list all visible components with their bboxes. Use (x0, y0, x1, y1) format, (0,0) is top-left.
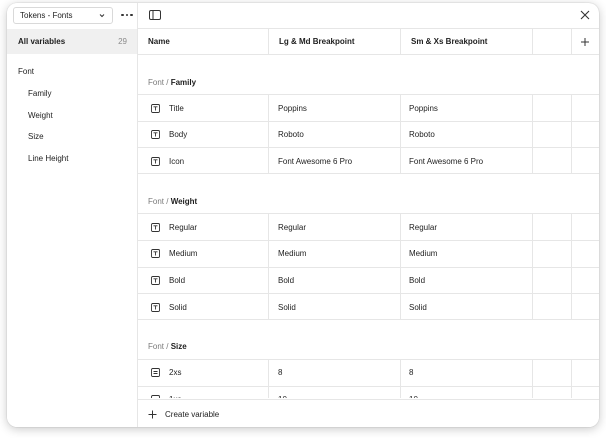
variable-name-cell[interactable]: 1xs (151, 387, 266, 398)
text-type-icon (151, 302, 160, 312)
variable-name: Title (169, 103, 184, 113)
text-type-icon (151, 103, 160, 113)
close-icon[interactable] (578, 8, 592, 22)
variable-name-cell[interactable]: Title (151, 95, 266, 121)
more-options-button[interactable] (119, 8, 135, 22)
value-cell-lg-md[interactable]: Medium (278, 241, 396, 267)
sidebar: Tokens - Fonts All variables 29 Font Fam… (7, 3, 138, 427)
variable-name: Icon (169, 156, 185, 166)
variable-name-cell[interactable]: Body (151, 122, 266, 148)
value-cell-sm-xs[interactable]: Solid (409, 294, 527, 320)
group-header-family: Font / Family (148, 75, 196, 89)
group-header-prefix: Font / (148, 77, 171, 87)
group-header-prefix: Font / (148, 196, 171, 206)
text-type-icon (151, 276, 160, 285)
value-cell-lg-md[interactable]: 8 (278, 360, 396, 386)
value-cell-lg-md[interactable]: 10 (278, 387, 396, 398)
more-horizontal-icon (121, 13, 133, 17)
value-cell-sm-xs[interactable]: Roboto (409, 122, 527, 148)
table-row[interactable]: Title Poppins Poppins (138, 94, 599, 121)
value-cell-sm-xs[interactable]: 10 (409, 387, 527, 398)
value-cell-lg-md[interactable]: Font Awesome 6 Pro (278, 148, 396, 174)
value-cell-lg-md[interactable]: Solid (278, 294, 396, 320)
sidebar-toggle-icon[interactable] (148, 9, 162, 21)
text-type-icon (151, 156, 160, 166)
all-variables-count: 29 (118, 37, 127, 46)
table-row[interactable]: 2xs 8 8 (138, 358, 599, 386)
table-row[interactable]: Body Roboto Roboto (138, 120, 599, 148)
value-cell-sm-xs[interactable]: 8 (409, 360, 527, 386)
sidebar-item-weight[interactable]: Weight (28, 109, 53, 121)
collection-select[interactable]: Tokens - Fonts (13, 7, 113, 24)
plus-icon (148, 410, 157, 418)
sidebar-item-line-height[interactable]: Line Height (28, 152, 68, 164)
variables-table-panel: Name Lg & Md Breakpoint Sm & Xs Breakpoi… (138, 3, 599, 427)
variable-name: Body (169, 130, 188, 140)
chevron-down-icon (99, 14, 105, 18)
value-cell-sm-xs[interactable]: Poppins (409, 95, 527, 121)
table-row[interactable]: 1xs 10 10 (138, 385, 599, 398)
group-header-size: Font / Size (148, 340, 187, 354)
table-row[interactable]: Solid Solid Solid (138, 293, 599, 321)
table-footer: Create variable (138, 399, 599, 427)
text-type-icon (151, 130, 160, 140)
group-header-prefix: Font / (148, 342, 171, 352)
value-cell-sm-xs[interactable]: Bold (409, 268, 527, 294)
variable-name-cell[interactable]: Regular (151, 214, 266, 240)
sidebar-header: Tokens - Fonts (7, 3, 138, 28)
column-header-sm-xs[interactable]: Sm & Xs Breakpoint (401, 29, 532, 54)
variable-name-cell[interactable]: Solid (151, 294, 266, 320)
value-cell-lg-md[interactable]: Regular (278, 214, 396, 240)
variable-name: 1xs (169, 395, 181, 398)
variable-name-cell[interactable]: Bold (151, 268, 266, 294)
all-variables-item[interactable]: All variables 29 (7, 29, 137, 54)
table-header: Name Lg & Md Breakpoint Sm & Xs Breakpoi… (138, 28, 599, 55)
variables-modal: Tokens - Fonts All variables 29 Font Fam… (7, 3, 599, 427)
number-type-icon (151, 368, 160, 378)
table-row[interactable]: Medium Medium Medium (138, 239, 599, 267)
value-cell-sm-xs[interactable]: Regular (409, 214, 527, 240)
sidebar-item-font[interactable]: Font (18, 65, 34, 77)
variable-name-cell[interactable]: Icon (151, 148, 266, 174)
variable-name: Medium (169, 249, 198, 259)
variable-name: Bold (169, 276, 186, 285)
group-header-name: Family (170, 77, 197, 87)
plus-icon (581, 37, 589, 46)
value-cell-lg-md[interactable]: Bold (278, 268, 396, 294)
toolbar (138, 3, 599, 28)
table-row[interactable]: Regular Regular Regular (138, 213, 599, 241)
text-type-icon (151, 249, 160, 259)
group-header-weight: Font / Weight (148, 194, 197, 208)
column-header-name: Name (148, 37, 170, 46)
sidebar-item-family[interactable]: Family (28, 87, 52, 99)
collection-select-label: Tokens - Fonts (20, 11, 73, 20)
group-header-name: Size (170, 342, 187, 352)
value-cell-sm-xs[interactable]: Medium (409, 241, 527, 267)
variable-name-cell[interactable]: Medium (151, 241, 266, 267)
all-variables-label: All variables (18, 37, 66, 46)
number-type-icon (151, 395, 160, 398)
variable-name: 2xs (169, 368, 182, 378)
table-body: Font / Family Title Poppins Poppins Body Robo… (138, 55, 599, 398)
column-header-lg-md[interactable]: Lg & Md Breakpoint (269, 29, 400, 54)
variable-name-cell[interactable]: 2xs (151, 360, 266, 386)
variable-name: Regular (169, 222, 198, 232)
group-header-name: Weight (170, 196, 198, 206)
create-variable-label: Create variable (165, 409, 220, 419)
table-row[interactable]: Bold Bold Bold (138, 266, 599, 294)
value-cell-lg-md[interactable]: Poppins (278, 95, 396, 121)
variable-name: Solid (169, 302, 187, 312)
text-type-icon (151, 222, 160, 232)
add-column-button[interactable] (571, 29, 599, 54)
sidebar-item-size[interactable]: Size (28, 130, 44, 142)
value-cell-lg-md[interactable]: Roboto (278, 122, 396, 148)
table-row[interactable]: Icon Font Awesome 6 Pro Font Awesome 6 Pro (138, 147, 599, 175)
create-variable-button[interactable]: Create variable (148, 406, 219, 422)
value-cell-sm-xs[interactable]: Font Awesome 6 Pro (409, 148, 527, 174)
